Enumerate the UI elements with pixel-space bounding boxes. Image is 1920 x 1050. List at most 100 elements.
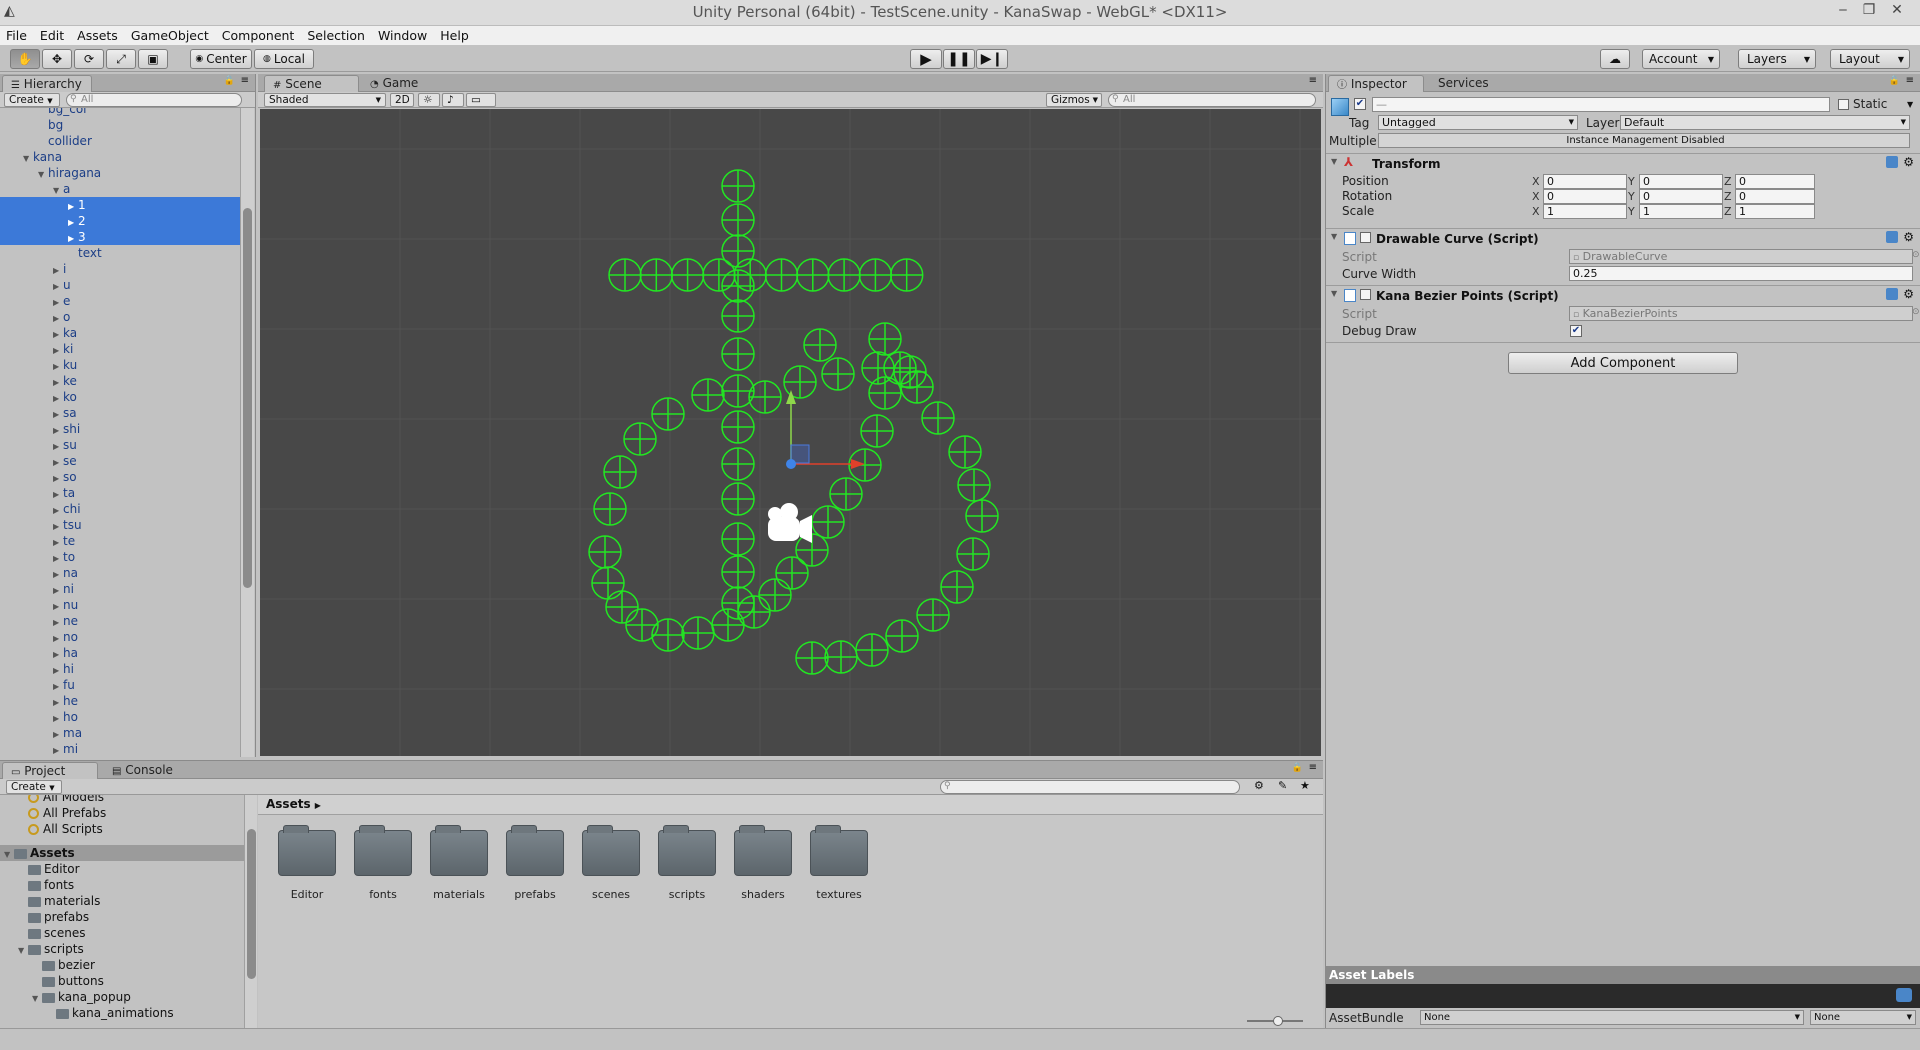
scene-viewport[interactable] — [260, 109, 1321, 756]
foldout-open-icon[interactable]: ▼ — [1331, 289, 1337, 298]
folder-tile[interactable]: textures — [807, 825, 871, 901]
menu-component[interactable]: Component — [222, 28, 295, 43]
hierarchy-search-input[interactable]: ⚲ All — [66, 93, 242, 107]
menu-assets[interactable]: Assets — [77, 28, 118, 43]
favorite-item[interactable]: All Models — [0, 795, 244, 805]
hierarchy-item[interactable]: ▶ 2 — [0, 213, 240, 229]
account-dropdown[interactable]: Account ▼ — [1642, 49, 1720, 69]
tab-project[interactable]: ▭ Project — [2, 762, 98, 779]
panel-menu-icon[interactable]: ≡ — [1309, 75, 1317, 86]
object-picker-icon[interactable]: ⊙ — [1912, 250, 1920, 260]
menu-window[interactable]: Window — [378, 28, 427, 43]
project-folder-item[interactable]: materials — [0, 893, 244, 909]
transform-position-field[interactable]: 0 — [1639, 174, 1723, 189]
hierarchy-item[interactable]: ▶ ta — [0, 485, 240, 501]
scrollbar-thumb[interactable] — [247, 829, 256, 979]
project-folder-item[interactable]: bezier — [0, 957, 244, 973]
project-folder-item[interactable]: buttons — [0, 973, 244, 989]
cloud-button[interactable]: ☁ — [1600, 49, 1630, 69]
hierarchy-item[interactable]: ▶ shi — [0, 421, 240, 437]
hierarchy-item[interactable]: ▶ mi — [0, 741, 240, 757]
layer-dropdown[interactable]: Default ▼ — [1620, 115, 1910, 130]
menu-selection[interactable]: Selection — [307, 28, 365, 43]
help-icon[interactable] — [1886, 231, 1898, 243]
foldout-closed-icon[interactable]: ▶ — [53, 743, 63, 757]
curve-width-field[interactable]: 0.25 — [1569, 266, 1913, 281]
hierarchy-item[interactable]: ▶ so — [0, 469, 240, 485]
hierarchy-item[interactable]: ▶ hi — [0, 661, 240, 677]
favorite-star-icon[interactable]: ★ — [1300, 779, 1310, 792]
hierarchy-item[interactable]: ▶ se — [0, 453, 240, 469]
gizmo-center[interactable] — [786, 459, 796, 469]
project-folder-item[interactable]: scenes — [0, 925, 244, 941]
tab-scene[interactable]: # Scene — [264, 75, 359, 92]
hierarchy-item[interactable]: text — [0, 245, 240, 261]
debug-draw-checkbox[interactable]: ✔ — [1570, 325, 1582, 337]
folder-tile[interactable]: fonts — [351, 825, 415, 901]
effects-dropdown[interactable]: ▭ — [466, 93, 496, 107]
gear-icon[interactable]: ⚙ — [1903, 287, 1914, 301]
hierarchy-item[interactable]: ▼ a — [0, 181, 240, 197]
transform-rotation-field[interactable]: 0 — [1735, 189, 1815, 204]
play-button[interactable]: ▶ — [910, 49, 942, 69]
transform-header[interactable]: ▼ ⅄ Transform ⚙ — [1326, 153, 1920, 173]
tab-inspector[interactable]: ⓘ Inspector — [1328, 75, 1424, 92]
hierarchy-item[interactable]: ▶ i — [0, 261, 240, 277]
shading-mode-dropdown[interactable]: Shaded ▼ — [264, 93, 386, 107]
hierarchy-item[interactable]: ▶ tsu — [0, 517, 240, 533]
assetbundle-variant-dropdown[interactable]: None ▼ — [1810, 1010, 1916, 1025]
hierarchy-item[interactable]: ▶ ke — [0, 373, 240, 389]
static-checkbox[interactable] — [1838, 99, 1849, 110]
enabled-checkbox[interactable] — [1360, 232, 1371, 243]
hierarchy-item[interactable]: ▶ te — [0, 533, 240, 549]
slider-handle[interactable] — [1273, 1016, 1283, 1026]
2d-toggle-button[interactable]: 2D — [390, 93, 414, 107]
pivot-local-button[interactable]: ◍ Local — [254, 49, 314, 69]
scale-tool-button[interactable]: ⤢ — [106, 49, 136, 69]
menu-file[interactable]: File — [6, 28, 27, 43]
hierarchy-item[interactable]: ▶ ha — [0, 645, 240, 661]
project-folder-item[interactable]: kana_animations — [0, 1005, 244, 1021]
help-icon[interactable] — [1886, 288, 1898, 300]
hierarchy-item[interactable]: ▶ ma — [0, 725, 240, 741]
gizmos-dropdown[interactable]: Gizmos ▼ — [1046, 93, 1102, 107]
folder-tile[interactable]: materials — [427, 825, 491, 901]
hierarchy-item[interactable]: ▶ he — [0, 693, 240, 709]
hierarchy-item[interactable]: ▶ u — [0, 277, 240, 293]
favorite-item[interactable]: All Scripts — [0, 821, 244, 837]
scene-canvas[interactable] — [260, 109, 1321, 756]
hierarchy-item[interactable]: collider — [0, 133, 240, 149]
gear-icon[interactable]: ⚙ — [1903, 230, 1914, 244]
rect-tool-button[interactable]: ▣ — [138, 49, 168, 69]
lighting-toggle-button[interactable]: ☼ — [418, 93, 440, 107]
foldout-open-icon[interactable]: ▼ — [1331, 157, 1337, 166]
project-create-dropdown[interactable]: Create ▼ — [6, 780, 62, 794]
folder-tile[interactable]: scripts — [655, 825, 719, 901]
hierarchy-item[interactable]: ▶ su — [0, 437, 240, 453]
lock-icon[interactable]: 🔒 — [224, 76, 235, 86]
enabled-checkbox[interactable] — [1360, 289, 1371, 300]
panel-menu-icon[interactable]: ≡ — [1309, 762, 1317, 773]
transform-position-field[interactable]: 0 — [1543, 174, 1627, 189]
folder-tile[interactable]: prefabs — [503, 825, 567, 901]
hierarchy-item[interactable]: ▶ ku — [0, 357, 240, 373]
pivot-center-button[interactable]: ◉ Center — [190, 49, 252, 69]
layout-dropdown[interactable]: Layout ▼ — [1830, 49, 1910, 69]
foldout-open-icon[interactable]: ▼ — [1331, 232, 1337, 241]
chevron-down-icon[interactable]: ▼ — [1907, 100, 1913, 109]
assetbundle-dropdown[interactable]: None ▼ — [1420, 1010, 1804, 1025]
active-checkbox[interactable]: ✔ — [1354, 98, 1366, 110]
hierarchy-item[interactable]: ▶ ki — [0, 341, 240, 357]
close-icon[interactable]: ✕ — [1884, 2, 1910, 20]
drawable-curve-header[interactable]: ▼ Drawable Curve (Script) ⚙ — [1326, 228, 1920, 248]
hierarchy-item[interactable]: ▶ 3 — [0, 229, 240, 245]
filter-by-label-icon[interactable]: ✎ — [1278, 779, 1287, 792]
hierarchy-item[interactable]: ▶ sa — [0, 405, 240, 421]
tab-game[interactable]: ◔ Game — [362, 75, 452, 92]
project-tree-scrollbar[interactable] — [244, 795, 257, 1028]
transform-scale-field[interactable]: 1 — [1543, 204, 1627, 219]
add-component-button[interactable]: Add Component — [1508, 352, 1738, 374]
hierarchy-item[interactable]: bg_col — [0, 108, 240, 117]
transform-scale-field[interactable]: 1 — [1735, 204, 1815, 219]
kana-bezier-header[interactable]: ▼ Kana Bezier Points (Script) ⚙ — [1326, 285, 1920, 305]
